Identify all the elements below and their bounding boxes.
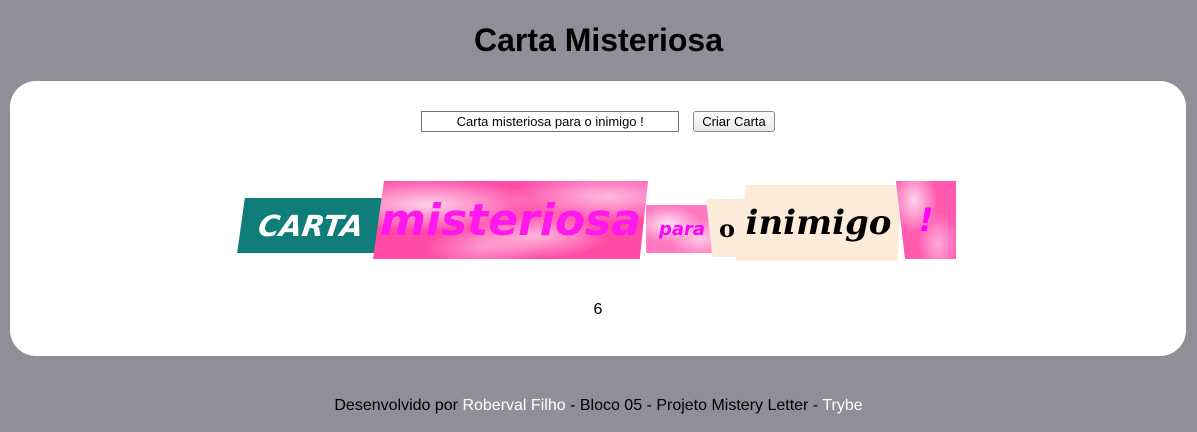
footer-author-link[interactable]: Roberval Filho	[462, 397, 565, 414]
footer-prefix: Desenvolvido por	[334, 397, 458, 414]
create-letter-button[interactable]: Criar Carta	[693, 111, 775, 132]
card-panel: Criar Carta CARTA misteriosa para o inim…	[10, 81, 1186, 356]
word-counter: 6	[593, 301, 603, 318]
letter-word-misteriosa: misteriosa	[373, 181, 648, 259]
controls-bar: Criar Carta	[10, 111, 1186, 132]
footer-brand-link[interactable]: Trybe	[822, 397, 862, 414]
letter-word-exclamation: !	[896, 181, 956, 259]
letter-word-para: para	[646, 205, 718, 253]
letter-word-carta: CARTA	[237, 198, 385, 253]
letter-text-input[interactable]	[421, 111, 680, 132]
generated-letter: CARTA misteriosa para o inimigo !	[10, 181, 1186, 261]
footer-middle-text: - Bloco 05 - Projeto Mistery Letter -	[570, 397, 819, 414]
footer: Desenvolvido por Roberval Filho - Bloco …	[0, 397, 1197, 415]
page-title: Carta Misteriosa	[474, 22, 723, 58]
letter-word-inimigo: inimigo	[736, 185, 901, 261]
